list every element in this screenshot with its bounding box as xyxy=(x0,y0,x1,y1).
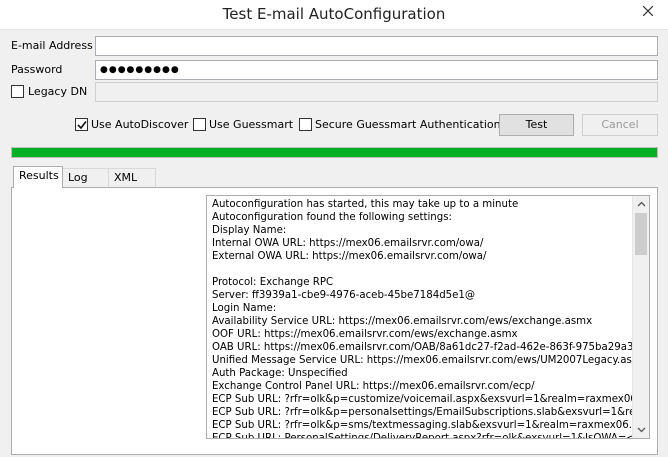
use-autodiscover-checkbox[interactable] xyxy=(75,118,88,131)
vertical-scrollbar[interactable] xyxy=(632,196,649,438)
progress-fill xyxy=(12,148,657,157)
results-line: Display Name: xyxy=(212,225,287,236)
use-guessmart-checkbox[interactable] xyxy=(193,118,206,131)
results-line: Internal OWA URL: https://mex06.emailsrv… xyxy=(212,238,484,249)
chevron-up-icon[interactable] xyxy=(637,200,646,209)
results-output[interactable]: Autoconfiguration has started, this may … xyxy=(206,195,650,439)
results-line: ECP Sub URL: ?rfr=olk&p=customize/voicem… xyxy=(212,394,632,405)
results-line: ECP Sub URL: PersonalSettings/DeliveryRe… xyxy=(212,433,632,439)
legacy-dn-label: Legacy DN xyxy=(28,85,88,98)
use-autodiscover-label: Use AutoDiscover xyxy=(91,118,189,131)
test-button[interactable]: Test xyxy=(499,114,574,136)
close-icon xyxy=(642,5,654,19)
results-line: Availability Service URL: https://mex06.… xyxy=(212,316,593,327)
tab-results[interactable]: Results xyxy=(13,166,63,188)
results-line: Exchange Control Panel URL: https://mex0… xyxy=(212,381,535,392)
use-guessmart-label: Use Guessmart xyxy=(209,118,294,131)
results-line: External OWA URL: https://mex06.emailsrv… xyxy=(212,251,487,262)
results-line xyxy=(212,263,632,276)
scroll-thumb[interactable] xyxy=(635,213,647,255)
results-line: OAB URL: https://mex06.emailsrvr.com/OAB… xyxy=(212,342,632,353)
cancel-button[interactable]: Cancel xyxy=(582,114,658,136)
legacy-dn-checkbox[interactable] xyxy=(11,85,24,98)
email-field[interactable] xyxy=(95,36,658,56)
results-line: Auth Package: Unspecified xyxy=(212,368,348,379)
window-title: Test E-mail AutoConfiguration xyxy=(222,5,446,23)
checkmark-icon xyxy=(77,121,87,130)
results-line: OOF URL: https://mex06.emailsrvr.com/ews… xyxy=(212,329,518,340)
results-text: Autoconfiguration has started, this may … xyxy=(212,198,632,439)
results-line: ECP Sub URL: ?rfr=olk&p=sms/textmessagin… xyxy=(212,420,632,431)
secure-guessmart-checkbox[interactable] xyxy=(299,118,312,131)
results-line: Autoconfiguration found the following se… xyxy=(212,212,452,223)
email-label: E-mail Address xyxy=(11,39,93,52)
results-line: Server: ff3939a1-cbe9-4976-aceb-45be7184… xyxy=(212,290,476,301)
results-line: ECP Sub URL: ?rfr=olk&p=personalsettings… xyxy=(212,407,632,418)
results-line: Protocol: Exchange RPC xyxy=(212,277,334,288)
tab-log[interactable]: Log xyxy=(62,168,109,188)
chevron-down-icon[interactable] xyxy=(637,425,646,434)
results-line: Autoconfiguration has started, this may … xyxy=(212,199,519,210)
results-line: Login Name: xyxy=(212,303,277,314)
close-button[interactable] xyxy=(635,2,661,22)
password-field[interactable]: ●●●●●●●●● xyxy=(95,60,658,80)
results-line: Unified Message Service URL: https://mex… xyxy=(212,355,632,366)
tab-xml[interactable]: XML xyxy=(108,168,156,188)
secure-guessmart-label: Secure Guessmart Authentication xyxy=(315,118,501,131)
progress-bar xyxy=(11,147,658,158)
title-bar: Test E-mail AutoConfiguration xyxy=(0,0,668,30)
password-label: Password xyxy=(11,63,63,76)
legacy-dn-field[interactable] xyxy=(95,82,658,102)
